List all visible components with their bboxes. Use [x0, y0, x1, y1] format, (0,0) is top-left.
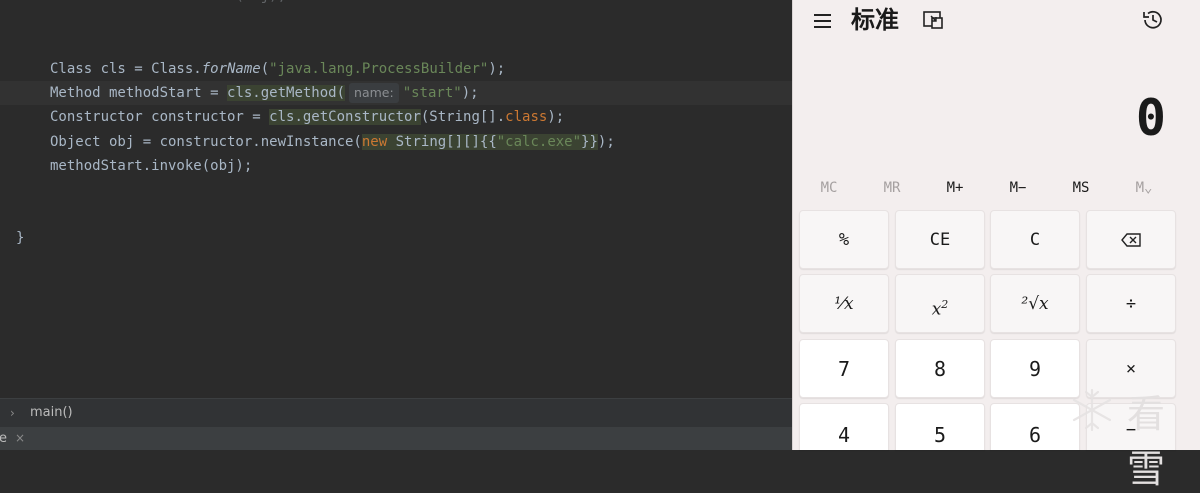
- tool-window-tab[interactable]: e: [0, 427, 7, 450]
- code-token: Object obj = constructor.newInstance(: [50, 134, 362, 150]
- code-line-cut: methodStart.invoke(obj);: [0, 0, 800, 22]
- digit-7-button[interactable]: 7: [799, 339, 889, 398]
- code-token: );: [597, 134, 615, 150]
- watermark-text: 看雪: [1127, 392, 1172, 491]
- code-string: "java.lang.ProcessBuilder": [269, 61, 489, 77]
- tool-window-tabs: e ×: [0, 427, 800, 450]
- memory-add-button[interactable]: M+: [923, 175, 987, 201]
- memory-row: MC MR M+ M− MS M⌄: [797, 175, 1197, 201]
- digit-5-button[interactable]: 5: [895, 403, 985, 450]
- parameter-hint: name:: [349, 83, 399, 103]
- digit-8-button[interactable]: 8: [895, 339, 985, 398]
- code-token: }}: [581, 134, 598, 150]
- clear-entry-button[interactable]: CE: [895, 210, 985, 269]
- code-string: "start": [402, 85, 462, 101]
- code-line-closing-brace[interactable]: }: [0, 202, 800, 246]
- reciprocal-button[interactable]: ¹⁄x: [799, 274, 889, 333]
- code-highlight: cls.getConstructor: [269, 109, 421, 125]
- code-token: );: [488, 61, 506, 77]
- chevron-right-icon: ›: [10, 406, 15, 420]
- code-keyword: new: [361, 134, 388, 150]
- backspace-button[interactable]: [1086, 210, 1176, 269]
- calculator-mode-title: 标准: [851, 6, 899, 34]
- backspace-icon: [1121, 233, 1141, 247]
- code-token: (: [260, 61, 270, 77]
- memory-store-button[interactable]: MS: [1049, 175, 1113, 201]
- code-token: );: [461, 85, 479, 101]
- history-icon[interactable]: [1140, 7, 1166, 33]
- code-line-class-forname[interactable]: Class cls = Class.forName("java.lang.Pro…: [0, 57, 800, 81]
- breadcrumb[interactable]: › main(): [0, 398, 800, 427]
- result-display: 0: [1135, 89, 1166, 147]
- code-highlight: cls.getMethod(: [227, 85, 346, 101]
- code-line-get-constructor[interactable]: Constructor constructor = cls.getConstru…: [0, 105, 800, 129]
- code-token: (String[].: [420, 109, 506, 125]
- memory-list-button[interactable]: M⌄: [1112, 175, 1176, 201]
- keep-on-top-icon[interactable]: [922, 9, 944, 31]
- code-token: Class cls = Class.: [50, 61, 202, 77]
- clear-button[interactable]: C: [990, 210, 1080, 269]
- code-token-method: forName: [201, 61, 261, 77]
- square-button[interactable]: x2: [895, 274, 985, 333]
- code-keyword: class: [505, 109, 548, 125]
- code-token: String[][]{{: [387, 134, 497, 150]
- square-root-button[interactable]: ²√x: [990, 274, 1080, 333]
- code-token: );: [547, 109, 565, 125]
- breadcrumb-item-main[interactable]: main(): [30, 399, 73, 427]
- close-icon[interactable]: ×: [15, 427, 25, 450]
- code-editor: methodStart.invoke(obj); Class cls = Cla…: [0, 0, 800, 450]
- memory-clear-button[interactable]: MC: [797, 175, 861, 201]
- memory-subtract-button[interactable]: M−: [986, 175, 1050, 201]
- menu-icon[interactable]: [812, 10, 834, 32]
- code-line-invoke[interactable]: methodStart.invoke(obj);: [0, 154, 800, 178]
- code-token: Constructor constructor =: [50, 109, 270, 125]
- memory-recall-button[interactable]: MR: [860, 175, 924, 201]
- code-string: "calc.exe": [496, 134, 582, 150]
- digit-4-button[interactable]: 4: [799, 403, 889, 450]
- code-token: Method methodStart =: [50, 85, 228, 101]
- divide-button[interactable]: ÷: [1086, 274, 1176, 333]
- percent-button[interactable]: %: [799, 210, 889, 269]
- code-line-get-method[interactable]: Method methodStart = cls.getMethod(name:…: [0, 81, 800, 105]
- code-line-new-instance[interactable]: Object obj = constructor.newInstance(new…: [0, 130, 800, 154]
